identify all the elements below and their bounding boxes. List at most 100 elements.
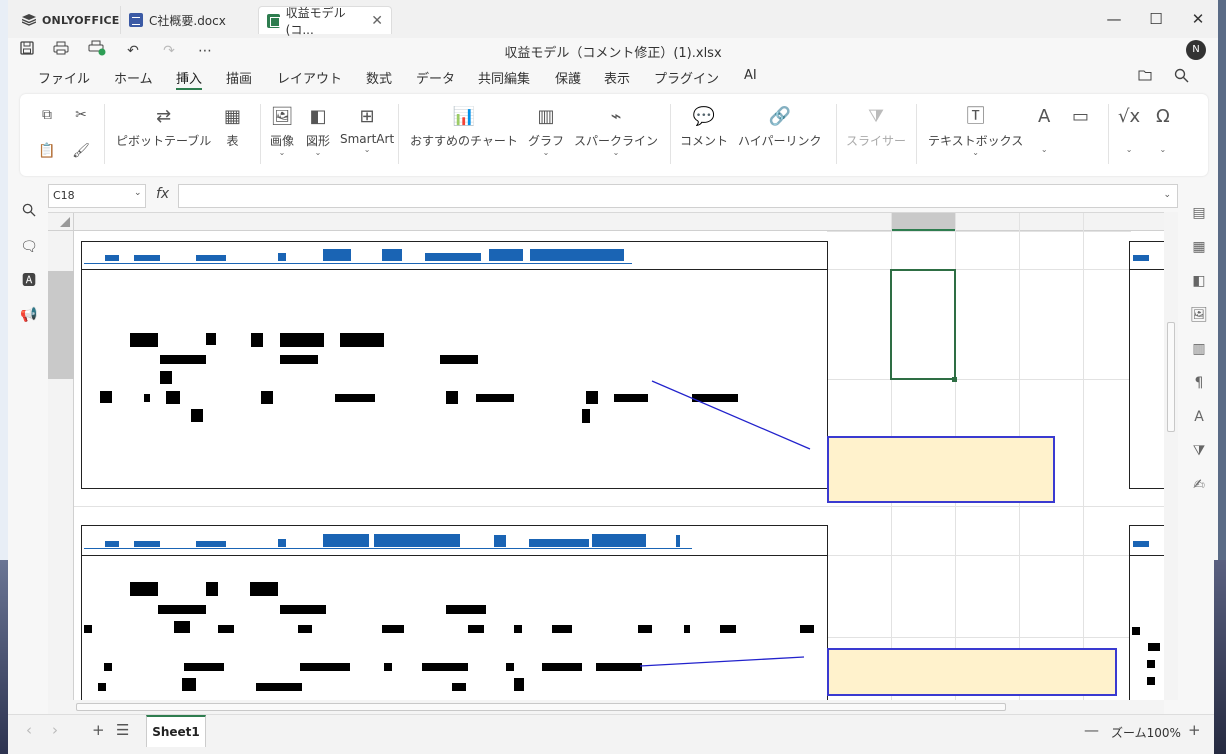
table-settings-icon[interactable]: ▦: [1188, 236, 1210, 258]
equation-button[interactable]: √x ⌄: [1118, 104, 1140, 154]
ribbon-separator: [916, 104, 917, 164]
tab-formula[interactable]: 数式: [366, 68, 392, 87]
close-tab-icon[interactable]: ✕: [371, 13, 383, 29]
horizontal-scrollbar[interactable]: [48, 700, 1164, 714]
scrollbar-thumb[interactable]: [76, 703, 1006, 711]
tab-label: 収益モデル(コ...: [285, 5, 346, 37]
tab-insert[interactable]: 挿入: [176, 68, 203, 90]
comment-button[interactable]: 💬 コメント: [680, 104, 728, 149]
chevron-down-icon: ⌄: [1125, 145, 1133, 154]
zoom-out-icon[interactable]: —: [1084, 721, 1099, 739]
feedback-icon[interactable]: 📢: [18, 304, 40, 326]
spellcheck-icon[interactable]: 🅰: [18, 270, 40, 292]
tab-file[interactable]: ファイル: [38, 68, 90, 87]
tab-plugins[interactable]: プラグイン: [654, 68, 719, 87]
close-window-button[interactable]: ✕: [1178, 8, 1218, 30]
spreadsheet-grid[interactable]: [48, 212, 1164, 700]
tab-layout[interactable]: レイアウト: [277, 68, 342, 87]
table-icon: ▦: [224, 106, 242, 127]
textbox-button[interactable]: 🅃 テキストボックス ⌄: [928, 104, 1023, 157]
name-box[interactable]: C18: [48, 184, 146, 208]
scrollbar-thumb[interactable]: [1167, 322, 1175, 432]
comments-icon[interactable]: 🗨: [18, 236, 40, 258]
tab-home[interactable]: ホーム: [114, 68, 153, 87]
chart-settings-icon[interactable]: ▥: [1188, 338, 1210, 360]
sparkline-button[interactable]: ⌁ スパークライン ⌄: [574, 104, 658, 157]
user-avatar[interactable]: N: [1186, 40, 1206, 60]
chevron-down-icon[interactable]: ⌄: [134, 188, 142, 198]
onlyoffice-window: ONLYOFFICE C社概要.docx 収益モデル(コ... ✕ — ☐ ✕ …: [8, 0, 1218, 754]
slicer-button[interactable]: ⧩ スライサー: [846, 104, 906, 149]
document-icon: [129, 13, 143, 27]
scroll-first-sheet-icon[interactable]: ‹: [26, 721, 32, 739]
chart-icon: ▥: [537, 106, 555, 127]
tab-view[interactable]: 表示: [604, 68, 630, 87]
pivot-table-button[interactable]: ⇄ ピボットテーブル: [116, 104, 211, 149]
signature-settings-icon[interactable]: ✍: [1188, 474, 1210, 496]
hyperlink-button[interactable]: 🔗 ハイパーリンク: [738, 104, 822, 149]
maximize-button[interactable]: ☐: [1136, 8, 1176, 30]
pivot-table-label: ピボットテーブル: [116, 134, 212, 148]
image-label: 画像: [270, 134, 295, 148]
cut-icon[interactable]: ✂: [70, 104, 92, 126]
status-bar: ‹ › + ☰ Sheet1 — ズーム100% +: [8, 714, 1218, 754]
tab-data[interactable]: データ: [416, 68, 455, 87]
chevron-down-icon[interactable]: ⌄: [1163, 190, 1171, 200]
symbol-button[interactable]: Ω ⌄: [1156, 104, 1170, 154]
search-icon[interactable]: [1174, 68, 1189, 87]
recommended-chart-button[interactable]: 📊 おすすめのチャート: [410, 104, 518, 149]
ribbon-separator: [398, 104, 399, 164]
function-icon[interactable]: fx: [156, 186, 169, 202]
desktop-background: [1214, 560, 1226, 754]
chevron-down-icon: ⌄: [1159, 145, 1167, 154]
paragraph-settings-icon[interactable]: ¶: [1188, 372, 1210, 394]
formula-bar: C18 ⌄ fx ⌄: [48, 184, 1178, 208]
open-file-location-icon[interactable]: [1138, 68, 1154, 86]
minimize-button[interactable]: —: [1094, 8, 1134, 30]
ribbon-separator: [260, 104, 261, 164]
tab-collaboration[interactable]: 共同編集: [478, 68, 530, 87]
sheet-tab[interactable]: Sheet1: [146, 715, 206, 747]
document-title: 収益モデル（コメント修正）(1).xlsx: [504, 46, 722, 61]
smartart-label: SmartArt: [340, 132, 395, 146]
cell-settings-icon[interactable]: ▤: [1188, 202, 1210, 224]
paste-icon[interactable]: 📋: [36, 140, 58, 162]
chart-button[interactable]: ▥ グラフ ⌄: [528, 104, 564, 157]
tab-spreadsheet[interactable]: 収益モデル(コ... ✕: [258, 6, 392, 37]
image-settings-icon[interactable]: 🖼: [1188, 304, 1210, 326]
formula-input[interactable]: ⌄: [178, 184, 1178, 208]
slicer-settings-icon[interactable]: ⧩: [1188, 440, 1210, 462]
smartart-button[interactable]: ⊞ SmartArt ⌄: [340, 104, 394, 154]
textbox-icon: 🅃: [966, 106, 985, 127]
shape-settings-icon[interactable]: ◧: [1188, 270, 1210, 292]
menu-tabs: ファイル ホーム 挿入 描画 レイアウト 数式 データ 共同編集 保護 表示 プ…: [8, 64, 1218, 90]
zoom-in-icon[interactable]: +: [1188, 721, 1201, 739]
text-art-settings-icon[interactable]: A: [1188, 406, 1210, 428]
tab-protection[interactable]: 保護: [555, 68, 581, 87]
image-button[interactable]: 🖼 画像 ⌄: [270, 104, 294, 157]
comment-callout[interactable]: [827, 648, 1117, 696]
text-art-button[interactable]: A ⌄: [1038, 104, 1050, 154]
image-icon: 🖼: [270, 106, 294, 127]
sheet-list-icon[interactable]: ☰: [116, 721, 129, 739]
header-footer-button[interactable]: ▭: [1072, 104, 1089, 130]
comment-callout[interactable]: [827, 436, 1055, 503]
format-painter-icon[interactable]: 🖌: [70, 140, 92, 162]
chevron-down-icon: ⌄: [972, 148, 979, 157]
add-sheet-icon[interactable]: +: [92, 721, 105, 739]
vertical-scrollbar[interactable]: [1164, 212, 1178, 700]
table-button[interactable]: ▦ 表: [224, 104, 241, 149]
tab-ai[interactable]: AI: [744, 68, 757, 83]
scroll-last-sheet-icon[interactable]: ›: [52, 721, 58, 739]
tab-draw[interactable]: 描画: [226, 68, 252, 87]
copy-icon[interactable]: ⧉: [36, 104, 58, 126]
spreadsheet-icon: [267, 13, 280, 28]
shape-label: 図形: [306, 134, 331, 148]
textbox-label: テキストボックス: [928, 134, 1024, 148]
tab-onlyoffice-home[interactable]: ONLYOFFICE: [14, 6, 128, 34]
search-icon[interactable]: [18, 202, 40, 224]
tab-document[interactable]: C社概要.docx: [120, 6, 256, 34]
shape-button[interactable]: ◧ 図形 ⌄: [306, 104, 330, 157]
